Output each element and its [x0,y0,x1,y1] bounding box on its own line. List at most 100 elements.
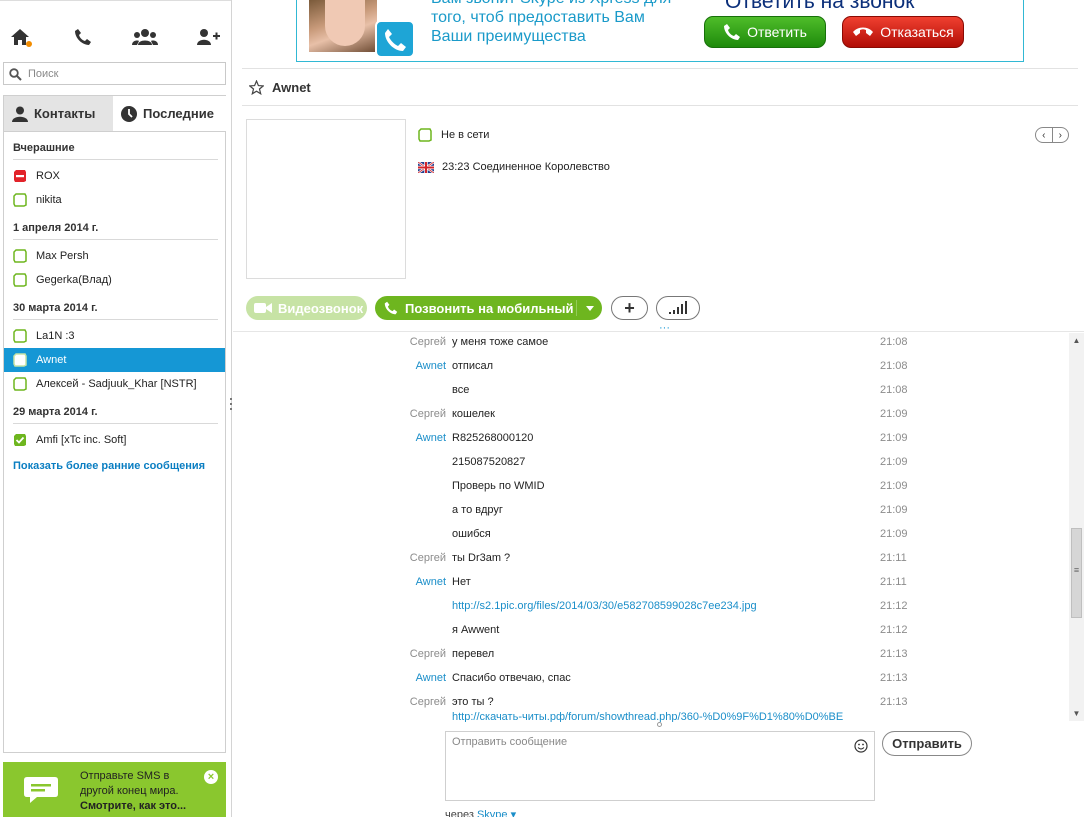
chat-scrollbar[interactable]: ▲ ▼ [1069,333,1084,721]
person-icon [12,106,28,122]
message-time: 21:09 [880,504,908,516]
message-sender: Сергей [409,648,446,660]
star-icon[interactable] [249,79,264,95]
contact-status: Не в сети [418,128,489,142]
add-button[interactable]: + [611,296,648,320]
tab-recent[interactable]: Последние [113,96,226,131]
message-row: Сергей перевел 21:13 [233,644,1073,668]
message-row: я Awwent 21:12 [233,620,1073,644]
contact-name: nikita [36,194,62,206]
contacts-group-button[interactable] [131,23,159,51]
message-row: 215087520827 21:09 [233,452,1073,476]
list-item[interactable]: Max Persh [4,244,225,268]
sms-promo-link[interactable]: Смотрите, как это... [80,799,186,814]
chevron-down-icon[interactable] [586,306,594,311]
group-header: 29 марта 2014 г. [13,406,218,424]
message-input[interactable] [452,736,842,796]
contact-name: Gegerka(Влад) [36,274,112,286]
call-quality-button[interactable] [656,296,700,320]
list-item[interactable]: ROX [4,164,225,188]
message-text: R825268000120 [452,432,534,444]
previous-arrow-icon[interactable]: ‹ [1036,128,1053,142]
ad-banner[interactable]: Вам звонит Skype из Xpress для того, что… [296,0,1024,62]
phone-icon [384,301,398,315]
scroll-up-icon[interactable]: ▲ [1069,333,1084,348]
call-mobile-button[interactable]: Позвонить на мобильный [375,296,602,320]
message-time: 21:08 [880,336,908,348]
scrollbar-thumb[interactable] [1071,528,1082,618]
message-text: я Awwent [452,624,500,636]
send-button[interactable]: Отправить [882,731,972,756]
list-item[interactable]: nikita [4,188,225,212]
list-item[interactable]: Gegerka(Влад) [4,268,225,292]
message-sender: Сергей [409,408,446,420]
message-sender: Сергей [409,552,446,564]
search-input[interactable] [28,65,218,82]
add-contact-button[interactable] [194,23,222,51]
contact-name: La1N :3 [36,330,75,342]
search-icon [9,68,22,81]
list-item[interactable]: Алексей - Sadjuuk_Khar [NSTR] [4,372,225,396]
next-arrow-icon[interactable]: › [1053,128,1069,142]
offline-status-icon [13,273,27,287]
message-text: кошелек [452,408,495,420]
list-item[interactable]: Amfi [xTc inc. Soft] [4,428,225,452]
message-text: ты Dr3am ? [452,552,511,564]
message-row: Awnet отписал 21:08 [233,356,1073,380]
contact-location: 23:23 Соединенное Королевство [418,161,610,173]
plus-icon: + [624,297,635,318]
message-sender: Awnet [415,672,446,684]
message-link[interactable]: http://s2.1pic.org/files/2014/03/30/e582… [452,600,757,612]
contact-name: Amfi [xTc inc. Soft] [36,434,127,446]
message-row: Awnet R825268000120 21:09 [233,428,1073,452]
uk-flag-icon [418,161,434,173]
message-text: у меня тоже самое [452,336,549,348]
close-icon[interactable]: × [204,770,218,784]
show-earlier-messages-link[interactable]: Показать более ранние сообщения [13,460,205,472]
ad-decline-button[interactable]: Отказаться [842,16,964,48]
ad-answer-button[interactable]: Ответить [704,16,826,48]
chat-history[interactable]: Сергей у меня тоже самое 21:08 Awnet отп… [233,331,1084,722]
sms-promo[interactable]: Отправьте SMS в другой конец мира. Смотр… [3,762,226,817]
offline-status-icon [13,377,27,391]
resize-handle[interactable] [657,722,662,727]
message-composer[interactable] [445,731,875,801]
message-sender: Awnet [415,432,446,444]
list-item[interactable]: La1N :3 [4,324,225,348]
ad-answer-label: Ответить [747,24,807,40]
message-row: Сергей ты Dr3am ? 21:11 [233,548,1073,572]
offline-status-icon [13,353,27,367]
message-link[interactable]: http://скачать-читы.рф/forum/showthread.… [452,711,843,722]
tab-contacts[interactable]: Контакты [4,96,113,131]
clock-icon [121,105,137,122]
send-via-service[interactable]: Skype [477,809,508,817]
sms-promo-text: Отправьте SMS в другой конец мира. Смотр… [80,769,186,814]
scroll-down-icon[interactable]: ▼ [1069,706,1084,721]
avatar [246,119,406,279]
message-row: Проверь по WMID 21:09 [233,476,1073,500]
contact-title: Awnet [272,79,311,95]
message-sender: Сергей [409,336,446,348]
chevron-down-icon[interactable]: ▾ [511,809,517,817]
phone-icon [724,24,741,40]
message-text: 215087520827 [452,456,526,468]
sms-promo-line1: Отправьте SMS в [80,770,170,782]
emoticon-icon[interactable] [854,739,868,753]
message-time: 21:09 [880,480,908,492]
list-item-selected[interactable]: Awnet [4,348,225,372]
ad-text: Вам звонит Skype из Xpress для того, что… [431,0,671,46]
search-box[interactable] [3,62,226,85]
message-row: Сергей кошелек 21:09 [233,404,1073,428]
hangup-icon [853,27,874,36]
message-text: все [452,384,470,396]
message-text: Спасибо отвечаю, спас [452,672,571,684]
top-navigation [0,0,232,60]
offline-status-icon [13,193,27,207]
message-time: 21:08 [880,384,908,396]
video-call-button[interactable]: Видеозвонок [246,296,367,320]
ad-title: Ответить на звонок [725,0,915,13]
call-phone-button[interactable] [69,23,97,51]
ad-photo-face [325,0,365,46]
group-header: 30 марта 2014 г. [13,302,218,320]
message-text: отписал [452,360,494,372]
